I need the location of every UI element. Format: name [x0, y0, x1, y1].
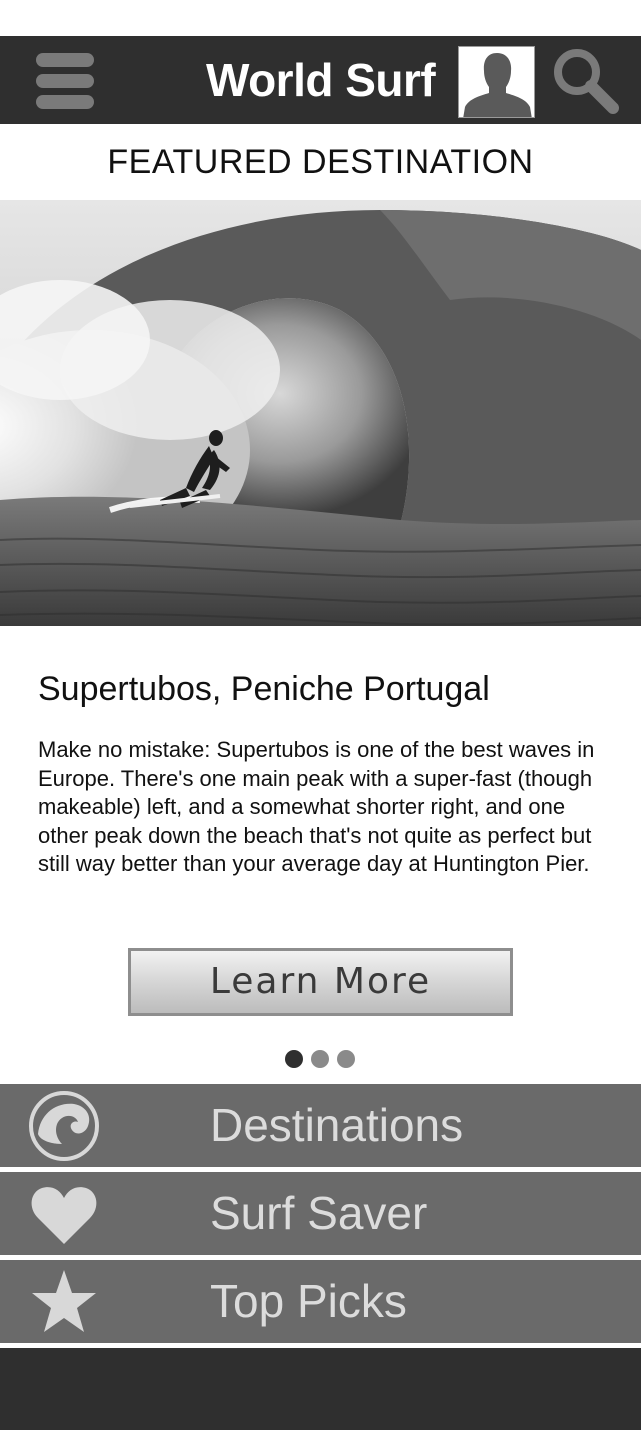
wave-icon [28, 1090, 100, 1162]
destination-description: Make no mistake: Supertubos is one of th… [38, 737, 595, 877]
user-avatar-icon[interactable] [458, 46, 535, 118]
app-title: World Surf [206, 54, 436, 106]
nav-label-top-picks: Top Picks [210, 1275, 407, 1327]
featured-image[interactable] [0, 200, 641, 626]
nav-item-surf-saver[interactable]: Surf Saver [0, 1172, 641, 1255]
nav-label-surf-saver: Surf Saver [210, 1187, 428, 1239]
learn-more-button[interactable]: Learn More [128, 948, 513, 1016]
app-header: World Surf [0, 36, 641, 124]
footer-bar [0, 1348, 641, 1430]
carousel-indicator [285, 1050, 365, 1068]
nav-item-top-picks[interactable]: Top Picks [0, 1260, 641, 1343]
carousel-dot[interactable] [337, 1050, 355, 1068]
featured-heading: FEATURED DESTINATION [107, 143, 534, 181]
destination-title: Supertubos, Peniche Portugal [38, 670, 490, 708]
nav-item-destinations[interactable]: Destinations [0, 1084, 641, 1167]
carousel-dot[interactable] [311, 1050, 329, 1068]
carousel-dot-active[interactable] [285, 1050, 303, 1068]
hamburger-menu-icon[interactable] [36, 53, 94, 109]
heart-icon [28, 1178, 100, 1250]
nav-label-destinations: Destinations [210, 1099, 464, 1151]
search-icon[interactable] [551, 46, 619, 114]
star-icon [28, 1266, 100, 1338]
